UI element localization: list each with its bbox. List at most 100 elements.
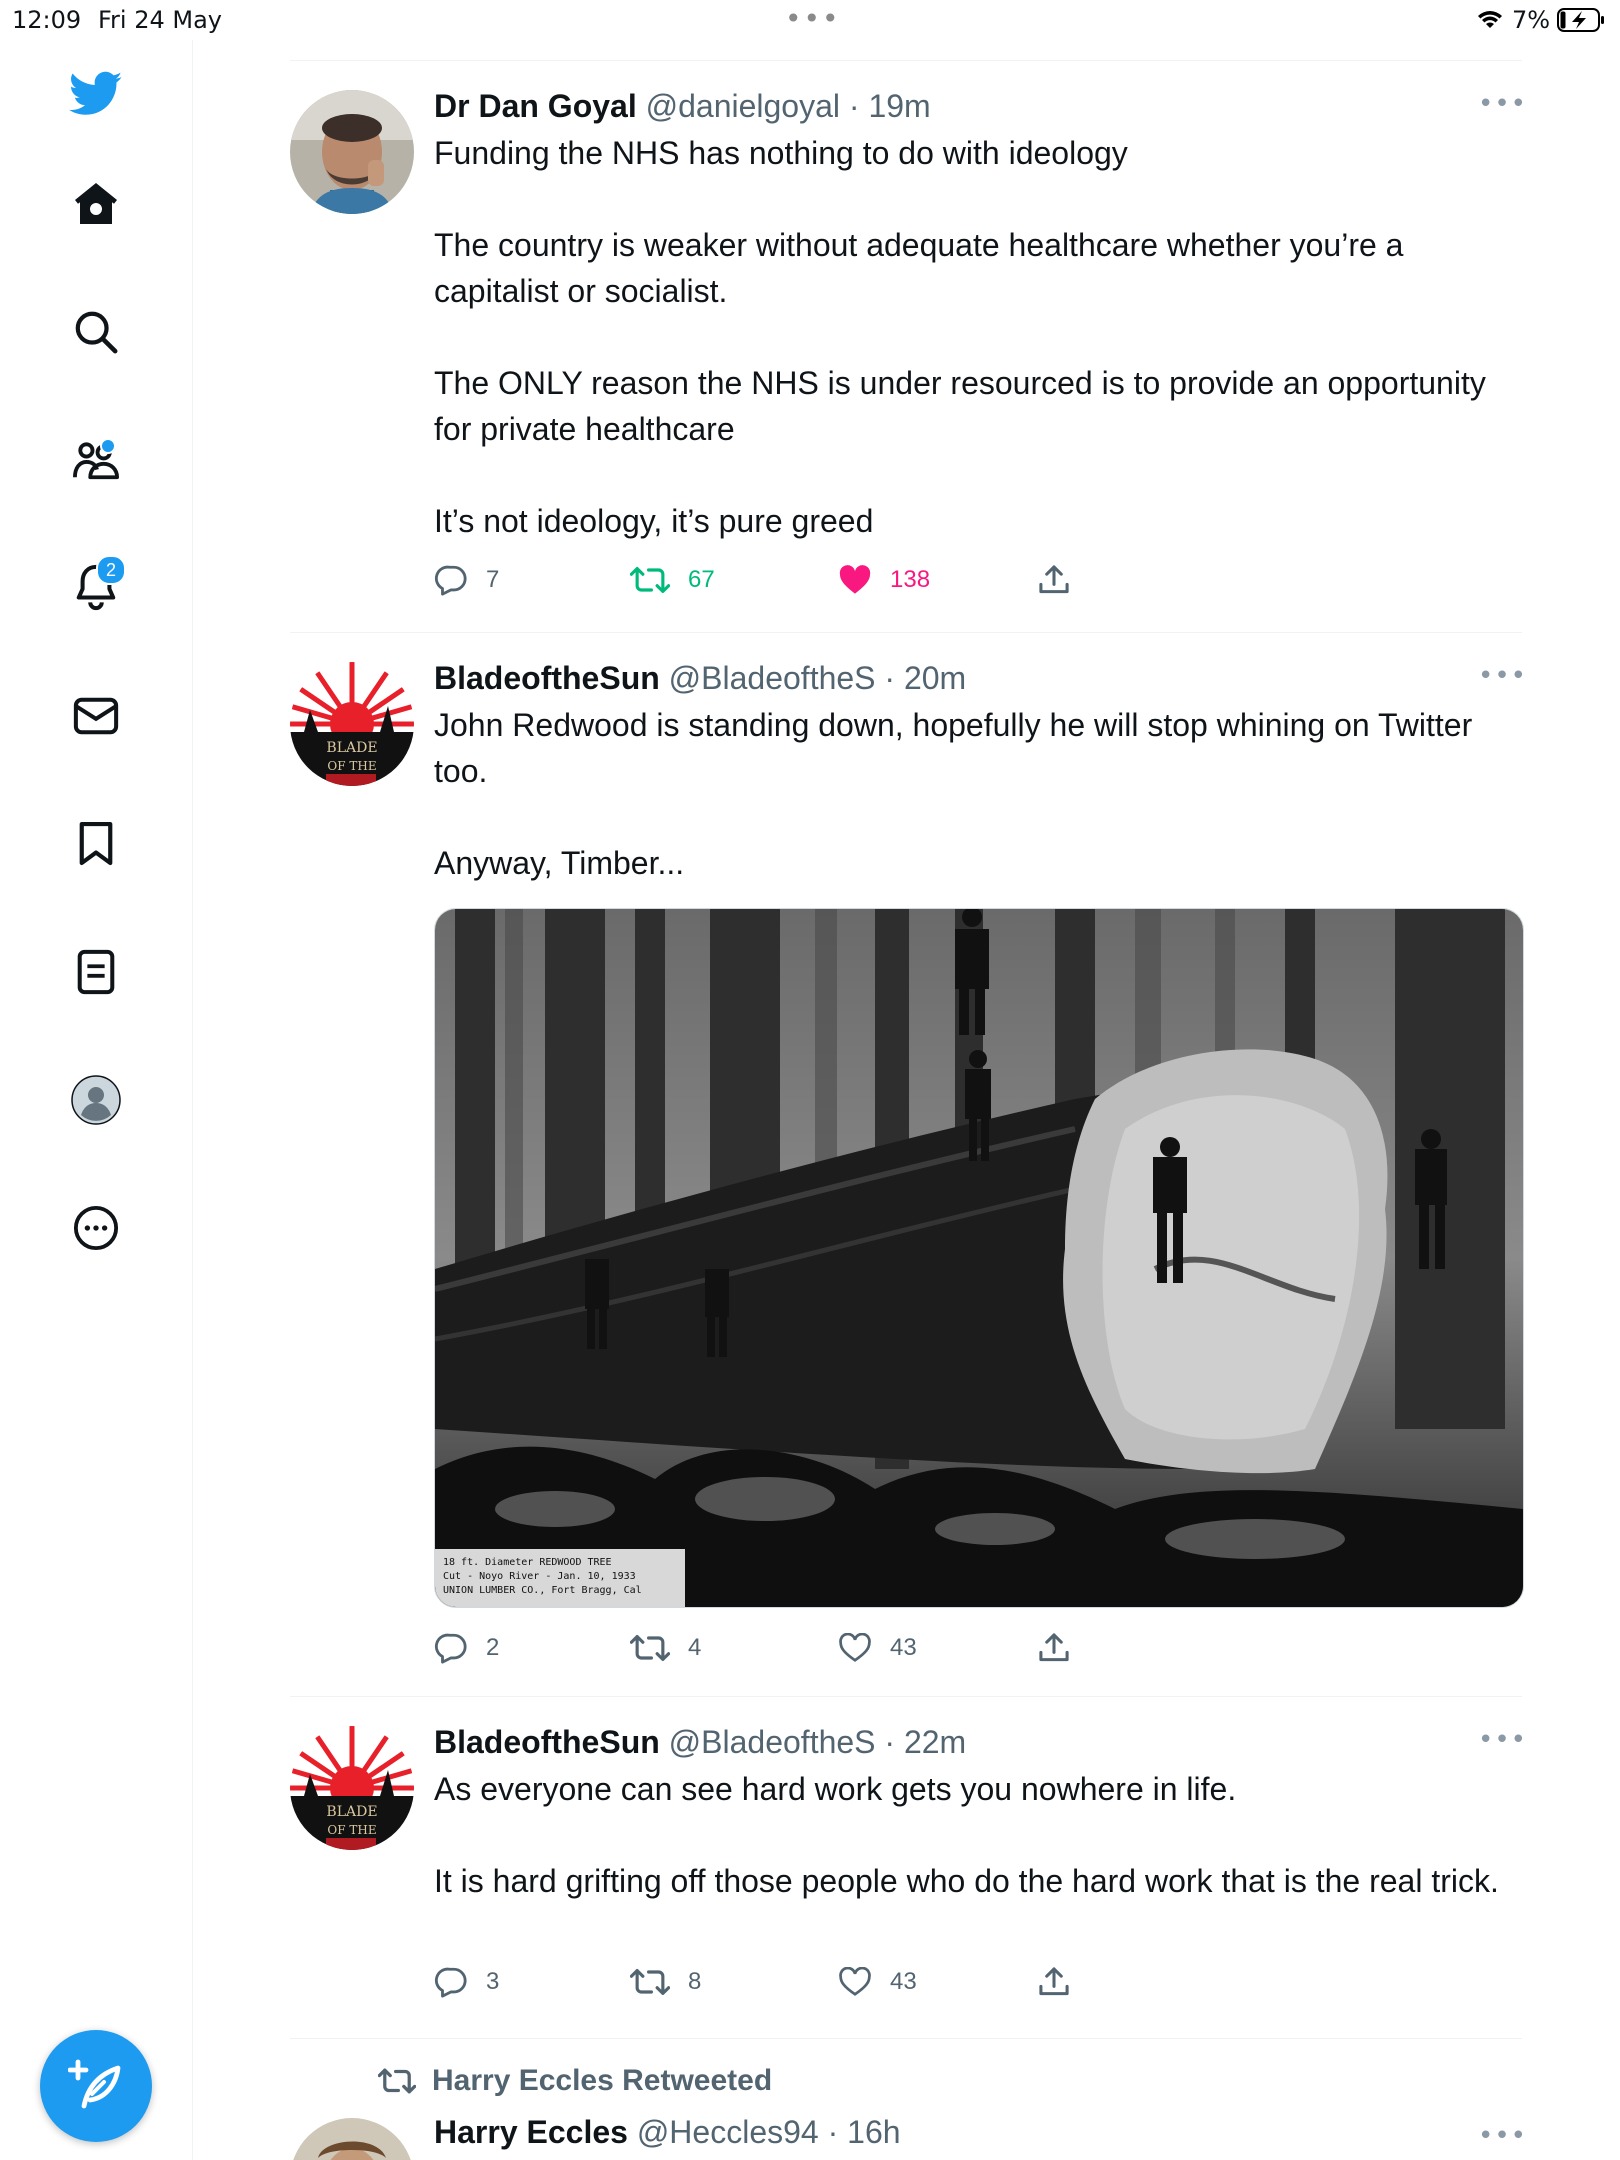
author-name[interactable]: Harry Eccles (434, 2114, 628, 2150)
status-time: 12:09 (12, 6, 82, 34)
battery-percent: 7% (1512, 6, 1551, 34)
tweet-header: BladeoftheSun @BladeoftheS · 20m (434, 658, 966, 698)
caption-line-2: Cut - Noyo River - Jan. 10, 1933 (443, 1571, 636, 1582)
retweet-context-label: Harry Eccles Retweeted (432, 2064, 773, 2097)
wifi-icon (1478, 11, 1502, 28)
lists-icon[interactable] (64, 940, 128, 1004)
reply-count: 3 (486, 1968, 500, 1995)
reply-button[interactable]: 2 (434, 1628, 499, 1668)
more-icon[interactable] (64, 1196, 128, 1260)
communities-badge-dot (100, 438, 116, 454)
like-count: 138 (890, 566, 931, 593)
more-options-icon[interactable]: ••• (1478, 91, 1526, 118)
tweet-timestamp[interactable]: 19m (868, 88, 930, 124)
heart-icon (839, 1633, 871, 1662)
bookmarks-icon[interactable] (64, 812, 128, 876)
share-icon (1039, 1967, 1069, 1996)
tweet-image[interactable]: 18 ft. Diameter REDWOOD TREE Cut - Noyo … (434, 908, 1524, 1608)
reply-icon (434, 1633, 467, 1664)
retweet-icon (630, 1635, 670, 1661)
tweet-header: Dr Dan Goyal @danielgoyal · 19m (434, 86, 931, 126)
tweet[interactable]: Harry Eccles Retweeted Harry Eccles @Hec… (290, 2064, 1522, 2160)
author-name[interactable]: Dr Dan Goyal (434, 88, 637, 124)
avatar[interactable] (290, 2118, 414, 2160)
share-button[interactable] (1038, 1628, 1070, 1668)
svg-text:OF THE: OF THE (327, 1823, 376, 1837)
avatar[interactable] (290, 90, 414, 214)
retweet-count: 4 (688, 1634, 702, 1661)
like-button[interactable]: 43 (838, 1962, 917, 2002)
battery-charging-icon (1557, 8, 1604, 32)
like-count: 43 (890, 1968, 917, 1995)
avatar[interactable]: BLADE OF THE (290, 662, 414, 786)
share-button[interactable] (1038, 560, 1070, 600)
caption-line-1: 18 ft. Diameter REDWOOD TREE (443, 1557, 612, 1568)
avatar[interactable]: BLADE OF THE (290, 1726, 414, 1850)
tweet[interactable]: BLADE OF THE BladeoftheSun @BladeoftheS … (290, 1722, 1526, 2022)
tweet[interactable]: Dr Dan Goyal @danielgoyal · 19m ••• Fund… (290, 86, 1526, 620)
tweet-actions: 3 8 43 (434, 1962, 1434, 2002)
profile-icon[interactable] (64, 1068, 128, 1132)
tweet-actions: 2 4 43 (434, 1628, 1434, 1668)
author-handle[interactable]: @Heccles94 (637, 2114, 819, 2150)
heart-icon (839, 1967, 871, 1996)
messages-icon[interactable] (64, 684, 128, 748)
status-date: Fri 24 May (98, 6, 223, 34)
compose-feather-icon (68, 2059, 121, 2109)
separator-dot: · (818, 2114, 848, 2150)
retweet-count: 67 (688, 566, 715, 593)
reply-icon (434, 565, 467, 596)
like-count: 43 (890, 1634, 917, 1661)
author-handle[interactable]: @BladeoftheS (669, 1724, 876, 1760)
home-icon[interactable] (64, 172, 128, 236)
retweet-count: 8 (688, 1968, 702, 1995)
author-handle[interactable]: @BladeoftheS (669, 660, 876, 696)
reply-icon (434, 1967, 467, 1998)
tweet-timestamp[interactable]: 16h (847, 2114, 900, 2150)
tweet-divider (290, 632, 1522, 633)
retweet-icon (630, 567, 670, 593)
search-icon[interactable] (64, 300, 128, 364)
author-name[interactable]: BladeoftheSun (434, 1724, 660, 1760)
communities-icon[interactable] (64, 428, 128, 492)
share-button[interactable] (1038, 1962, 1070, 2002)
more-options-icon[interactable]: ••• (1478, 663, 1526, 690)
retweet-icon (630, 1969, 670, 1995)
twitter-logo-icon[interactable] (64, 62, 128, 126)
svg-text:OF THE: OF THE (327, 759, 376, 773)
like-button[interactable]: 43 (838, 1628, 917, 1668)
heart-filled-icon (839, 565, 871, 594)
separator-dot: · (875, 1724, 904, 1760)
timeline-top-divider (290, 60, 1522, 61)
tweet-text: John Redwood is standing down, hopefully… (434, 707, 1473, 881)
multitasking-dots-icon[interactable]: ••• (785, 2, 841, 35)
reply-button[interactable]: 7 (434, 560, 499, 600)
retweet-button[interactable]: 4 (630, 1628, 701, 1668)
author-handle[interactable]: @danielgoyal (646, 88, 840, 124)
image-caption: 18 ft. Diameter REDWOOD TREE Cut - Noyo … (443, 1557, 642, 1596)
svg-text:BLADE: BLADE (326, 1804, 377, 1820)
reply-button[interactable]: 3 (434, 1962, 499, 2002)
tweet-text: Funding the NHS has nothing to do with i… (434, 135, 1486, 539)
share-icon (1039, 565, 1069, 594)
notifications-icon[interactable]: 2 (64, 555, 128, 619)
tweet-timestamp[interactable]: 22m (904, 1724, 966, 1760)
more-options-icon[interactable]: ••• (1478, 1727, 1526, 1754)
more-options-icon[interactable]: ••• (1478, 2123, 1522, 2150)
avatar-logo-text: BLADE (326, 740, 377, 756)
tweet-header: Harry Eccles @Heccles94 · 16h (434, 2112, 901, 2152)
compose-tweet-button[interactable] (40, 2030, 152, 2142)
reply-count: 2 (486, 1634, 500, 1661)
tweet-timestamp[interactable]: 20m (904, 660, 966, 696)
tweet-divider (290, 2038, 1522, 2039)
share-icon (1039, 1633, 1069, 1662)
like-button[interactable]: 138 (838, 560, 930, 600)
retweet-context[interactable]: Harry Eccles Retweeted (378, 2064, 772, 2098)
tweet[interactable]: BLADE OF THE BladeoftheSun @BladeoftheS … (290, 658, 1526, 1688)
author-name[interactable]: BladeoftheSun (434, 660, 660, 696)
sidebar: 2 (0, 40, 193, 2160)
tweet-header: BladeoftheSun @BladeoftheS · 22m (434, 1722, 966, 1762)
retweet-button[interactable]: 8 (630, 1962, 701, 2002)
retweet-button[interactable]: 67 (630, 560, 715, 600)
separator-dot: · (875, 660, 904, 696)
